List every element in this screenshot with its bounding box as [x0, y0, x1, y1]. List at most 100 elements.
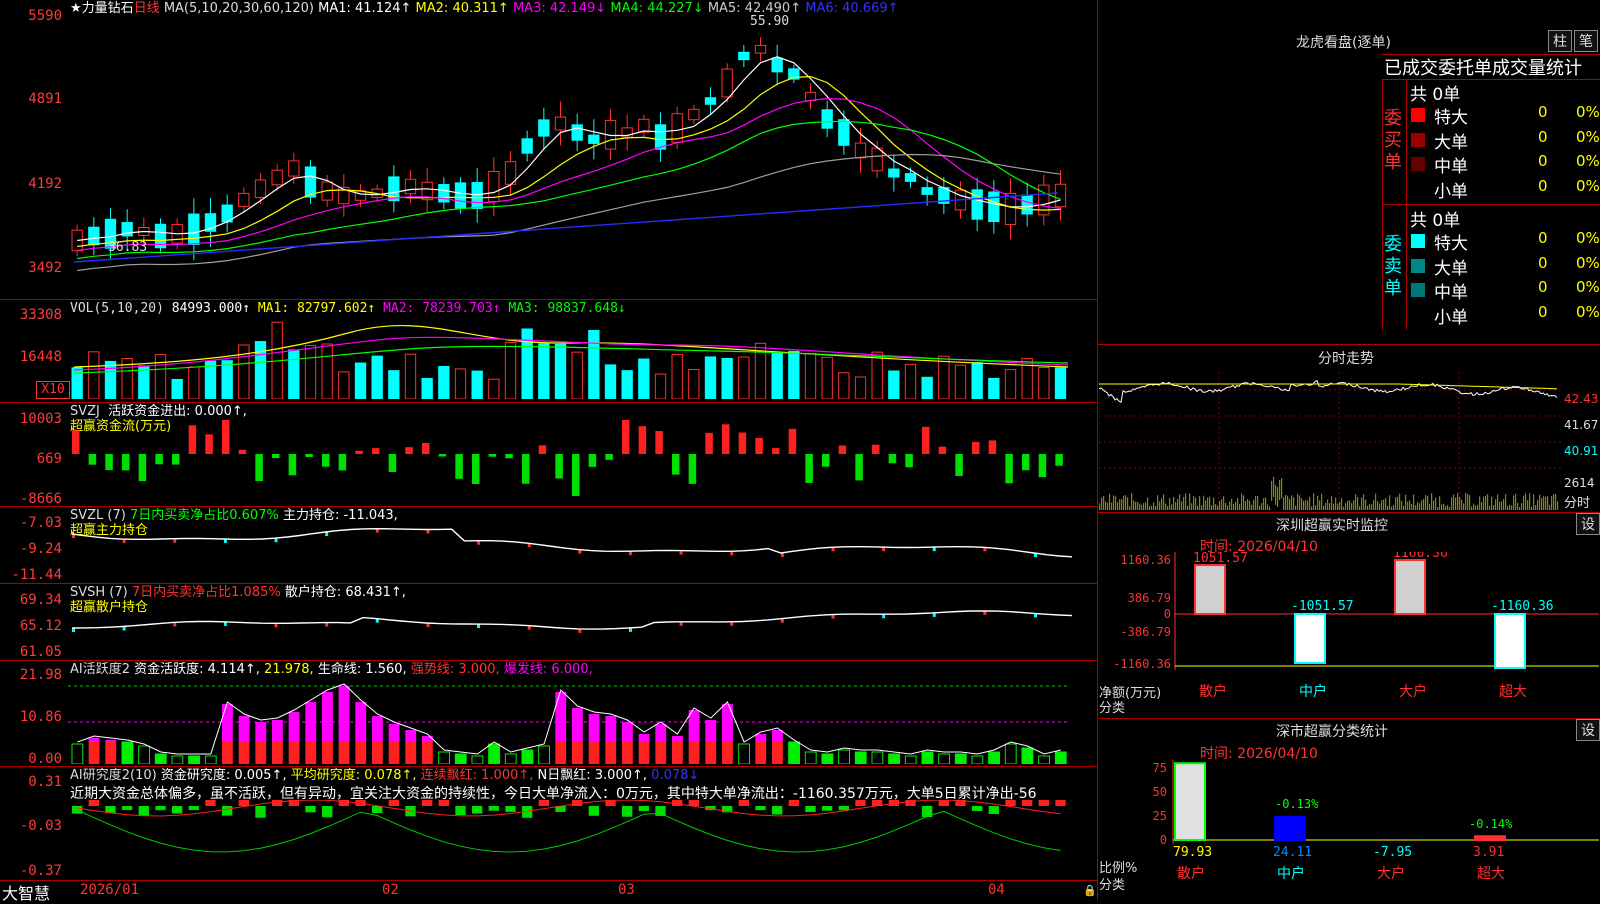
intraday-vol-bar: [1539, 494, 1541, 510]
tab-filled[interactable]: 已成交: [1384, 54, 1438, 80]
monitor-bar-value: -1160.36: [1491, 599, 1554, 614]
classify-top-pct: +0.13%: [1175, 760, 1219, 761]
activity-bar: [888, 753, 901, 764]
svzl-chart[interactable]: [68, 520, 1098, 582]
stock-name[interactable]: ★力量钻石: [70, 1, 134, 16]
flow-bar: [688, 454, 697, 484]
ma6-value: MA6: 40.669↑: [805, 1, 899, 16]
intraday-vol-bar: [1517, 502, 1519, 510]
intraday-vol-bar: [1369, 503, 1371, 510]
volume-bar: [388, 370, 400, 399]
ai-research-chart[interactable]: [68, 800, 1098, 880]
flow-bar: [138, 454, 147, 482]
intraday-vol-bar: [1315, 505, 1317, 510]
activity-bar: [138, 745, 150, 764]
activity-bar: [588, 742, 600, 764]
ai-activity-axis-3: 0.00: [28, 751, 62, 767]
volume-bar: [921, 376, 933, 399]
buy-row-pct: 0%: [1576, 103, 1600, 121]
volume-bar: [254, 341, 267, 399]
monitor-chart[interactable]: 1160.36 386.79 0 -386.79 -1160.36 1051.57 散户 -1…: [1099, 552, 1599, 700]
intraday-vol-bar: [1099, 503, 1101, 510]
period-label[interactable]: 日线: [134, 1, 160, 16]
buy-row-pct: 0%: [1576, 176, 1600, 195]
classify-chart[interactable]: 75 50 25 0 79.93 散户 24.11 中户 -7.95 大户 3.91 超大 +0.13%…: [1099, 760, 1599, 898]
intraday-vol-bar: [1323, 505, 1325, 510]
intraday-vol-bar: [1341, 498, 1343, 510]
volume-bar: [604, 364, 617, 399]
pen-view-button[interactable]: 笔: [1574, 30, 1598, 52]
candle: [304, 166, 317, 198]
intraday-vol-bar: [1465, 493, 1467, 510]
lock-icon[interactable]: 🔒: [1083, 884, 1097, 897]
activity-bar: [222, 742, 233, 764]
intraday-vol-bar: [1439, 496, 1441, 510]
research-bar: [655, 806, 666, 816]
intraday-vol-bar: [1177, 498, 1179, 510]
volume-bar: [538, 343, 550, 399]
intraday-vol-bar: [1123, 495, 1125, 510]
monitor-settings-button[interactable]: 设: [1576, 513, 1600, 535]
brand-label: 大智慧: [2, 884, 51, 903]
intraday-vol-bar: [1497, 494, 1499, 510]
intraday-chart[interactable]: [1099, 372, 1564, 510]
vol-axis-1: 33308: [19, 307, 62, 323]
svsh-chart[interactable]: [68, 598, 1098, 660]
candle: [271, 169, 283, 186]
flow-bar: [722, 424, 730, 454]
classify-category-label: 中户: [1277, 865, 1305, 882]
monitor-bar: [1394, 559, 1426, 615]
intraday-vol-bar: [1313, 493, 1315, 510]
activity-bar: [504, 753, 517, 764]
activity-bar: [755, 742, 767, 764]
research-bar: [138, 806, 149, 816]
volume-bar: [704, 356, 717, 399]
flow-bar: [105, 454, 113, 471]
candlestick-chart[interactable]: [68, 18, 1098, 283]
intraday-vol-bar: [1233, 503, 1235, 510]
volume-bar: [454, 368, 467, 399]
research-bar: [222, 806, 233, 816]
intraday-vol-bar: [1283, 497, 1285, 510]
flow-bar: [472, 454, 480, 484]
intraday-vol-bar: [1163, 494, 1165, 510]
monitor-bar-value: 1051.57: [1193, 552, 1248, 566]
intraday-vol-bar: [1401, 500, 1403, 510]
research-bar: [855, 800, 866, 806]
activity-bar: [438, 751, 450, 764]
intraday-vol-bar: [1383, 499, 1385, 510]
candle: [754, 44, 767, 54]
candle: [454, 182, 467, 209]
candle: [688, 108, 700, 121]
intraday-vol-bar: [1371, 504, 1373, 510]
intraday-vol-bar: [1507, 506, 1509, 510]
flow-bar: [288, 454, 297, 476]
intraday-vol-bar: [1533, 494, 1535, 510]
buy-swatch-1: [1411, 132, 1425, 147]
activity-bar: [405, 742, 417, 764]
volume-chart[interactable]: [68, 315, 1098, 399]
intraday-vol-bar: [1273, 476, 1275, 497]
column-view-button[interactable]: 柱: [1548, 30, 1572, 52]
activity-bar: [804, 751, 817, 764]
flow-bar: [522, 454, 530, 484]
intraday-vol-bar: [1541, 498, 1543, 510]
classify-bar: [1174, 762, 1206, 842]
activity-bar: [405, 730, 417, 742]
intraday-vol-bar: [1431, 493, 1433, 510]
ai-activity-chart[interactable]: [68, 676, 1098, 764]
candle: [804, 91, 817, 102]
tab-volume-stats[interactable]: 成交量统计: [1492, 54, 1582, 80]
intraday-vol-bar: [1291, 495, 1293, 510]
activity-bar: [938, 753, 951, 764]
classify-settings-button[interactable]: 设: [1576, 719, 1600, 741]
tab-orders[interactable]: 委托单: [1438, 54, 1492, 80]
flow-bar: [172, 454, 180, 465]
intraday-vol-bar: [1179, 494, 1181, 510]
activity-bar: [638, 734, 650, 742]
intraday-vol-bar: [1491, 496, 1493, 510]
svzj-chart[interactable]: [68, 420, 1098, 504]
intraday-vol-bar: [1427, 495, 1429, 510]
flow-bar: [788, 428, 797, 454]
sell-row-pct: 0%: [1576, 229, 1600, 247]
